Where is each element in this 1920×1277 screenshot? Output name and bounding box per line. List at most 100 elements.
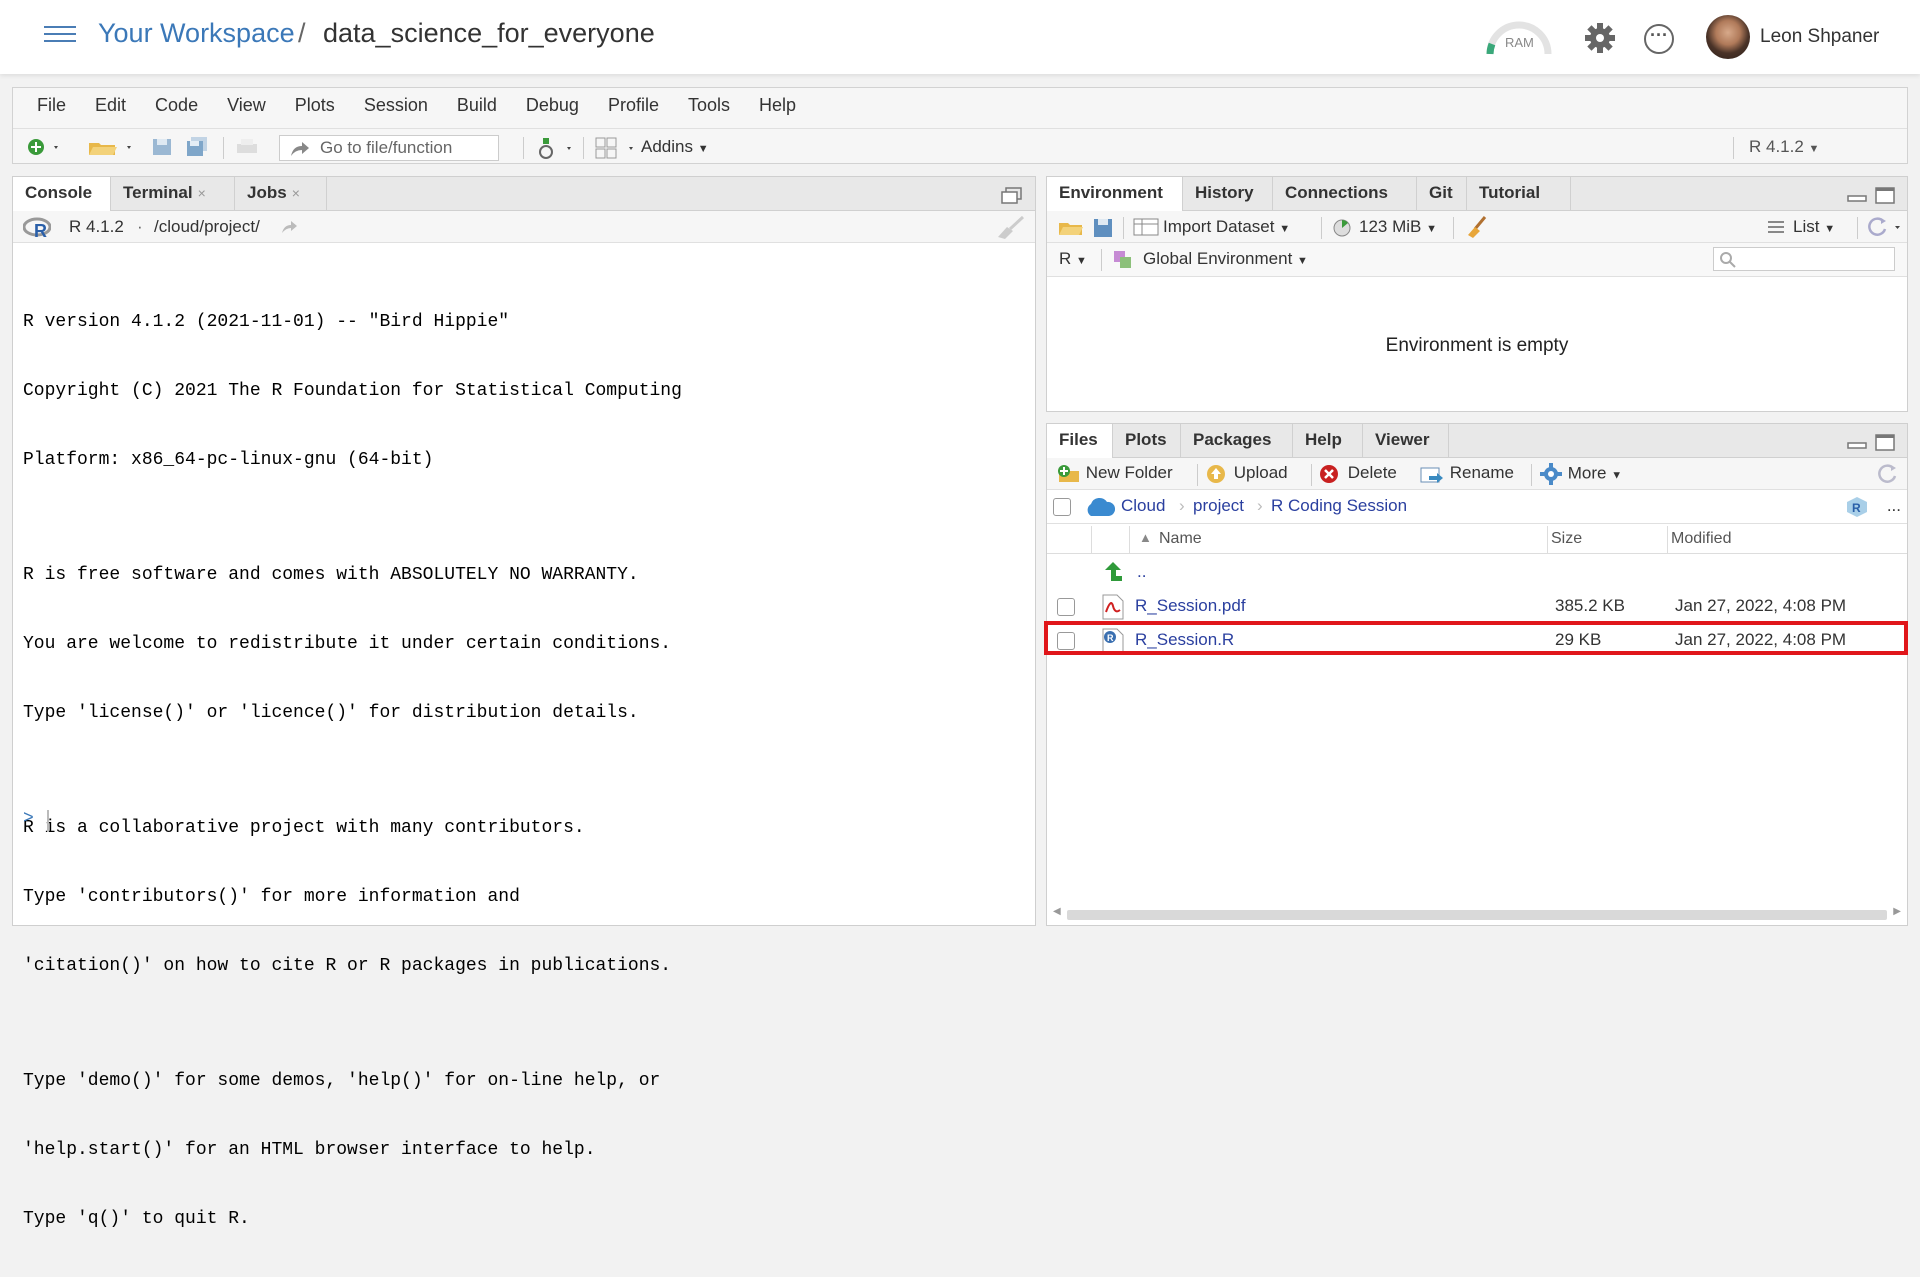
tab-jobs[interactable]: Jobs × (235, 177, 327, 211)
breadcrumb-project[interactable]: project (1193, 496, 1244, 516)
delete-button[interactable]: Delete (1319, 463, 1397, 484)
tab-connections-label: Connections (1285, 183, 1388, 202)
menu-help[interactable]: Help (759, 95, 796, 116)
close-icon[interactable]: × (292, 185, 300, 201)
environment-toolbar: Import Dataset ▼ 123 MiB ▼ List ▼ (1047, 211, 1907, 243)
menu-file[interactable]: File (37, 95, 66, 116)
column-name[interactable]: Name (1159, 530, 1202, 548)
menu-tools[interactable]: Tools (688, 95, 730, 116)
minimize-pane-icon[interactable] (1847, 438, 1867, 450)
avatar[interactable] (1706, 15, 1750, 59)
save-workspace-icon[interactable] (1093, 218, 1113, 238)
new-folder-button[interactable]: New Folder (1057, 463, 1173, 484)
user-name[interactable]: Leon Shpaner (1760, 26, 1879, 48)
table-row[interactable]: R_Session.pdf 385.2 KB Jan 27, 2022, 4:0… (1047, 590, 1907, 624)
language-dropdown[interactable]: R ▼ (1059, 249, 1087, 269)
refresh-icon[interactable] (1867, 217, 1903, 237)
close-icon[interactable]: × (198, 185, 206, 201)
tab-packages[interactable]: Packages (1181, 424, 1293, 458)
new-file-icon[interactable] (27, 137, 61, 157)
refresh-files-icon[interactable] (1877, 464, 1899, 484)
tab-tutorial[interactable]: Tutorial (1467, 177, 1571, 211)
scroll-right-icon[interactable]: ▶ (1893, 906, 1901, 917)
open-folder-icon[interactable] (87, 137, 133, 157)
tab-console[interactable]: Console (13, 177, 111, 212)
tab-help[interactable]: Help (1293, 424, 1363, 458)
console-input-cursor[interactable] (47, 810, 49, 832)
environment-search-input[interactable] (1713, 247, 1895, 271)
global-environment-dropdown[interactable]: Global Environment ▼ (1143, 249, 1308, 269)
file-name-link[interactable]: R_Session.pdf (1135, 596, 1246, 616)
select-all-checkbox[interactable] (1053, 498, 1071, 516)
language-label: R (1059, 249, 1072, 268)
menu-edit[interactable]: Edit (95, 95, 126, 116)
import-dataset-dropdown[interactable]: Import Dataset ▼ (1163, 217, 1290, 237)
save-all-icon[interactable] (185, 137, 211, 157)
breadcrumb-cloud[interactable]: Cloud (1121, 496, 1165, 516)
console-working-dir: /cloud/project/ (154, 217, 260, 236)
restore-pane-icon[interactable] (1001, 187, 1023, 205)
r-project-icon[interactable]: R (1845, 496, 1869, 518)
go-to-directory-icon[interactable] (281, 220, 299, 234)
menu-session[interactable]: Session (364, 95, 428, 116)
list-view-dropdown[interactable]: List ▼ (1793, 217, 1835, 237)
tab-environment[interactable]: Environment (1047, 177, 1183, 212)
gear-icon[interactable] (1584, 22, 1616, 54)
tab-viewer[interactable]: Viewer (1363, 424, 1449, 458)
more-options-icon[interactable]: ··· (1644, 24, 1674, 54)
row-checkbox[interactable] (1057, 632, 1075, 650)
minimize-pane-icon[interactable] (1847, 191, 1867, 203)
compile-report-icon[interactable] (535, 137, 579, 159)
upload-button[interactable]: Upload (1205, 463, 1288, 484)
tab-terminal[interactable]: Terminal × (111, 177, 235, 211)
go-to-file-input[interactable]: Go to file/function (279, 135, 499, 161)
tab-history[interactable]: History (1183, 177, 1273, 211)
broom-clear-icon[interactable] (1465, 215, 1489, 239)
column-size[interactable]: Size (1551, 530, 1582, 548)
table-row[interactable]: .. (1047, 556, 1907, 590)
file-name-link[interactable]: R_Session.R (1135, 630, 1234, 650)
scroll-left-icon[interactable]: ◀ (1053, 906, 1061, 917)
menu-debug[interactable]: Debug (526, 95, 579, 116)
scrollbar-thumb[interactable] (1067, 910, 1887, 920)
rename-button[interactable]: Rename (1419, 463, 1514, 484)
menu-view[interactable]: View (227, 95, 266, 116)
r-logo-icon: R (23, 217, 51, 239)
save-icon[interactable] (151, 137, 173, 157)
hamburger-menu-icon[interactable] (44, 26, 76, 46)
chevron-down-icon: ▼ (1808, 143, 1820, 155)
workspace-link[interactable]: Your Workspace (98, 18, 295, 49)
row-checkbox[interactable] (1057, 598, 1075, 616)
upload-icon (1207, 464, 1225, 483)
parent-directory-link[interactable]: .. (1137, 562, 1146, 582)
console-output[interactable]: R version 4.1.2 (2021-11-01) -- "Bird Hi… (23, 265, 682, 1277)
breadcrumb-r-coding-session[interactable]: R Coding Session (1271, 496, 1407, 516)
tab-tutorial-label: Tutorial (1479, 183, 1541, 202)
column-modified[interactable]: Modified (1671, 530, 1731, 548)
menu-build[interactable]: Build (457, 95, 497, 116)
table-row[interactable]: R R_Session.R 29 KB Jan 27, 2022, 4:08 P… (1047, 624, 1907, 658)
tab-plots[interactable]: Plots (1113, 424, 1181, 458)
chevron-down-icon: ▼ (1611, 469, 1623, 482)
horizontal-scrollbar[interactable]: ◀ ▶ (1051, 906, 1903, 922)
menu-profile[interactable]: Profile (608, 95, 659, 116)
tab-git[interactable]: Git (1417, 177, 1467, 211)
environment-scope-bar: R ▼ Global Environment ▼ (1047, 243, 1907, 277)
clear-console-icon[interactable] (995, 215, 1025, 239)
load-workspace-icon[interactable] (1057, 217, 1085, 237)
menu-code[interactable]: Code (155, 95, 198, 116)
r-version-dropdown[interactable]: R 4.1.2 ▼ (1749, 137, 1819, 157)
toolbar-separator (1531, 464, 1532, 486)
maximize-pane-icon[interactable] (1875, 434, 1895, 452)
maximize-pane-icon[interactable] (1875, 187, 1895, 205)
chevron-down-icon: ▼ (1076, 255, 1087, 267)
more-path-ellipsis[interactable]: ... (1887, 496, 1901, 516)
tab-connections[interactable]: Connections (1273, 177, 1417, 211)
print-icon[interactable] (235, 137, 259, 157)
addins-dropdown[interactable]: Addins ▼ (641, 137, 709, 157)
grid-layout-icon[interactable] (595, 137, 639, 159)
tab-files[interactable]: Files (1047, 424, 1113, 459)
menu-plots[interactable]: Plots (295, 95, 335, 116)
more-dropdown[interactable]: More ▼ (1539, 463, 1622, 485)
memory-usage-dropdown[interactable]: 123 MiB ▼ (1359, 217, 1437, 237)
